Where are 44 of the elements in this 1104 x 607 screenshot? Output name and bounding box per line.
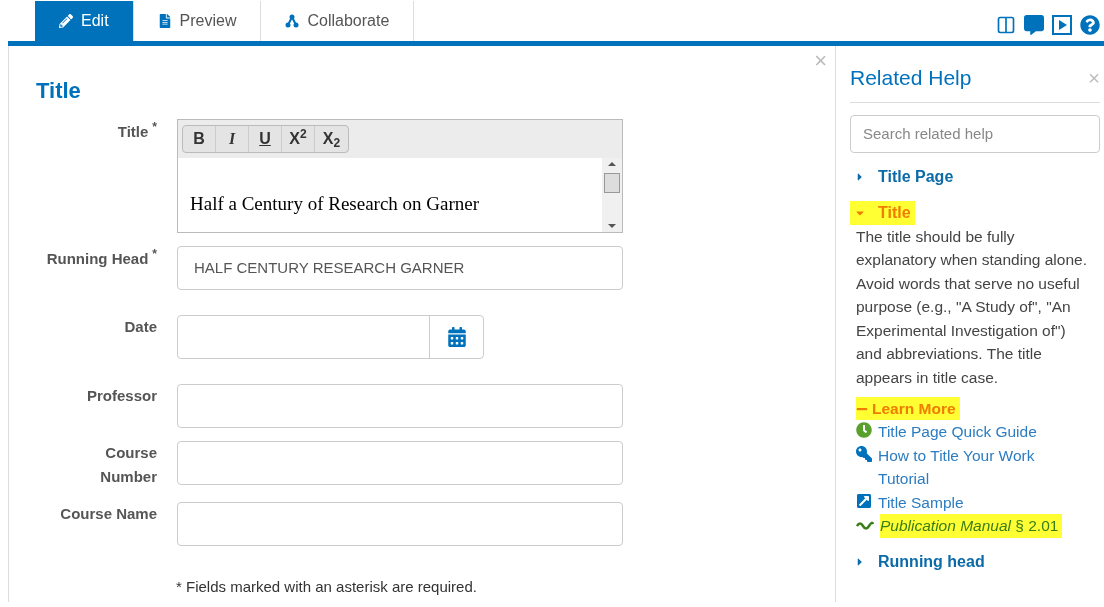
text-input-field[interactable] xyxy=(177,502,623,546)
required-note: * Fields marked with an asterisk are required. xyxy=(176,577,478,597)
field-label: Course Name xyxy=(60,505,157,522)
rich-text-editor[interactable]: B I U X$^{2}$ X$_{2}$ Half a Century of Research on Garner xyxy=(177,119,623,233)
help-section-toggle[interactable]: Title Page xyxy=(850,164,958,189)
date-input-field[interactable] xyxy=(177,315,484,359)
format-button[interactable]: U xyxy=(249,126,282,152)
field-label: Professor xyxy=(86,387,157,404)
text-input-field[interactable] xyxy=(177,441,623,485)
text-input-field[interactable] xyxy=(177,384,623,428)
help-link[interactable]: Title Page Quick Guide xyxy=(878,420,1037,444)
field-label: Course Number xyxy=(100,444,157,485)
panel-title: Related Help xyxy=(850,65,973,91)
search-field[interactable]: Search related help xyxy=(850,114,1100,153)
format-button[interactable]: I xyxy=(216,126,249,152)
help-link[interactable]: Publication Manual § 2.01 xyxy=(880,514,1063,538)
calendar-icon xyxy=(446,327,467,347)
comment-icon[interactable] xyxy=(1024,15,1044,35)
help-link[interactable]: Title Sample xyxy=(878,490,964,515)
required-mark: * xyxy=(152,247,157,261)
key-icon xyxy=(856,445,872,462)
pencil-icon xyxy=(59,14,73,28)
layout-icon[interactable] xyxy=(996,15,1016,35)
document-icon xyxy=(157,14,172,28)
nodes-icon xyxy=(285,14,300,28)
form-heading: Title xyxy=(36,77,82,105)
field-label: Date xyxy=(124,318,157,335)
help-section-toggle[interactable]: Running head xyxy=(850,549,989,574)
help-link[interactable]: How to Title Your Work Tutorial xyxy=(878,443,1068,491)
format-button[interactable]: B xyxy=(183,126,216,152)
text-input-field[interactable]: HALF CENTURY RESEARCH GARNER xyxy=(177,246,623,290)
format-button[interactable]: X$^{2}$ xyxy=(282,126,315,152)
video-icon[interactable] xyxy=(1052,15,1072,35)
format-button[interactable]: X$_{2}$ xyxy=(315,126,348,152)
editor-text: Half a Century of Research on Garner xyxy=(189,192,481,216)
field-label: Title xyxy=(117,123,149,140)
help-icon[interactable] xyxy=(1080,15,1100,35)
tab[interactable]: Edit xyxy=(35,1,134,41)
field-label: Running Head xyxy=(46,250,149,267)
edit-box-icon xyxy=(856,492,872,509)
wave-icon xyxy=(856,520,874,531)
help-text: The title should be fully explanatory when standing alone. Avoid words that serve no useful purpose (e.g., "A Study of", "An Experimental Investigation of") and abbreviations. The title appears in title case. xyxy=(855,226,1088,388)
clock-icon xyxy=(856,422,872,439)
required-mark: * xyxy=(152,120,157,134)
